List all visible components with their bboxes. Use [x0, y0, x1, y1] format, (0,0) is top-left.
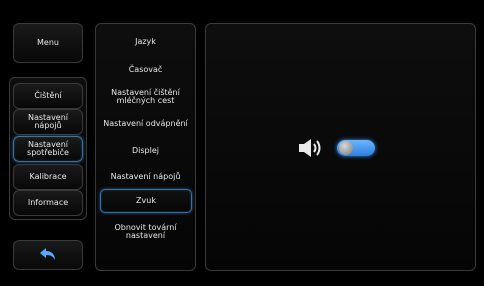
- nav-item-calibration[interactable]: Kalibrace: [13, 164, 83, 190]
- menu-label: Menu: [37, 38, 59, 47]
- left-nav-panel: Čištění Nastavení nápojů Nastavení spotř…: [9, 77, 87, 220]
- nav-item-information[interactable]: Informace: [13, 190, 83, 216]
- speaker-icon: [298, 138, 324, 162]
- settings-list-panel: Jazyk Časovač Nastavení čištění mléčných…: [95, 23, 196, 271]
- settings-item-language[interactable]: Jazyk: [96, 30, 195, 54]
- nav-item-label: Nastavení nápojů: [27, 113, 69, 130]
- settings-item-label: Obnovit tovární nastavení: [114, 223, 177, 240]
- nav-item-appliance-settings[interactable]: Nastavení spotřebiče: [13, 136, 83, 162]
- sound-toggle-knob: [339, 141, 353, 155]
- settings-item-display[interactable]: Displej: [96, 138, 195, 164]
- nav-item-label: Kalibrace: [29, 172, 67, 181]
- settings-item-descaling[interactable]: Nastavení odvápnění: [96, 112, 195, 136]
- settings-item-label: Nastavení nápojů: [110, 172, 181, 181]
- settings-item-factory-reset[interactable]: Obnovit tovární nastavení: [96, 218, 195, 246]
- settings-item-drink-settings[interactable]: Nastavení nápojů: [96, 164, 195, 190]
- nav-item-label: Informace: [27, 198, 69, 207]
- menu-button[interactable]: Menu: [13, 23, 83, 63]
- settings-item-label: Nastavení odvápnění: [103, 119, 188, 128]
- back-button[interactable]: [13, 240, 83, 270]
- settings-item-milk-cleaning[interactable]: Nastavení čištění mléčných cest: [96, 84, 195, 110]
- back-arrow-icon: [38, 246, 58, 264]
- settings-item-timer[interactable]: Časovač: [96, 58, 195, 82]
- nav-item-label: Čištění: [34, 91, 62, 100]
- settings-item-label: Displej: [132, 146, 159, 155]
- nav-item-cleaning[interactable]: Čištění: [13, 83, 83, 109]
- nav-item-drink-settings[interactable]: Nastavení nápojů: [13, 109, 83, 135]
- settings-item-label: Zvuk: [136, 196, 156, 205]
- settings-item-label: Nastavení čištění mléčných cest: [111, 88, 180, 105]
- settings-item-sound[interactable]: Zvuk: [100, 189, 192, 213]
- nav-item-label: Nastavení spotřebiče: [27, 140, 69, 157]
- settings-item-label: Časovač: [128, 65, 163, 74]
- settings-item-label: Jazyk: [135, 37, 156, 46]
- sound-toggle[interactable]: [337, 140, 375, 156]
